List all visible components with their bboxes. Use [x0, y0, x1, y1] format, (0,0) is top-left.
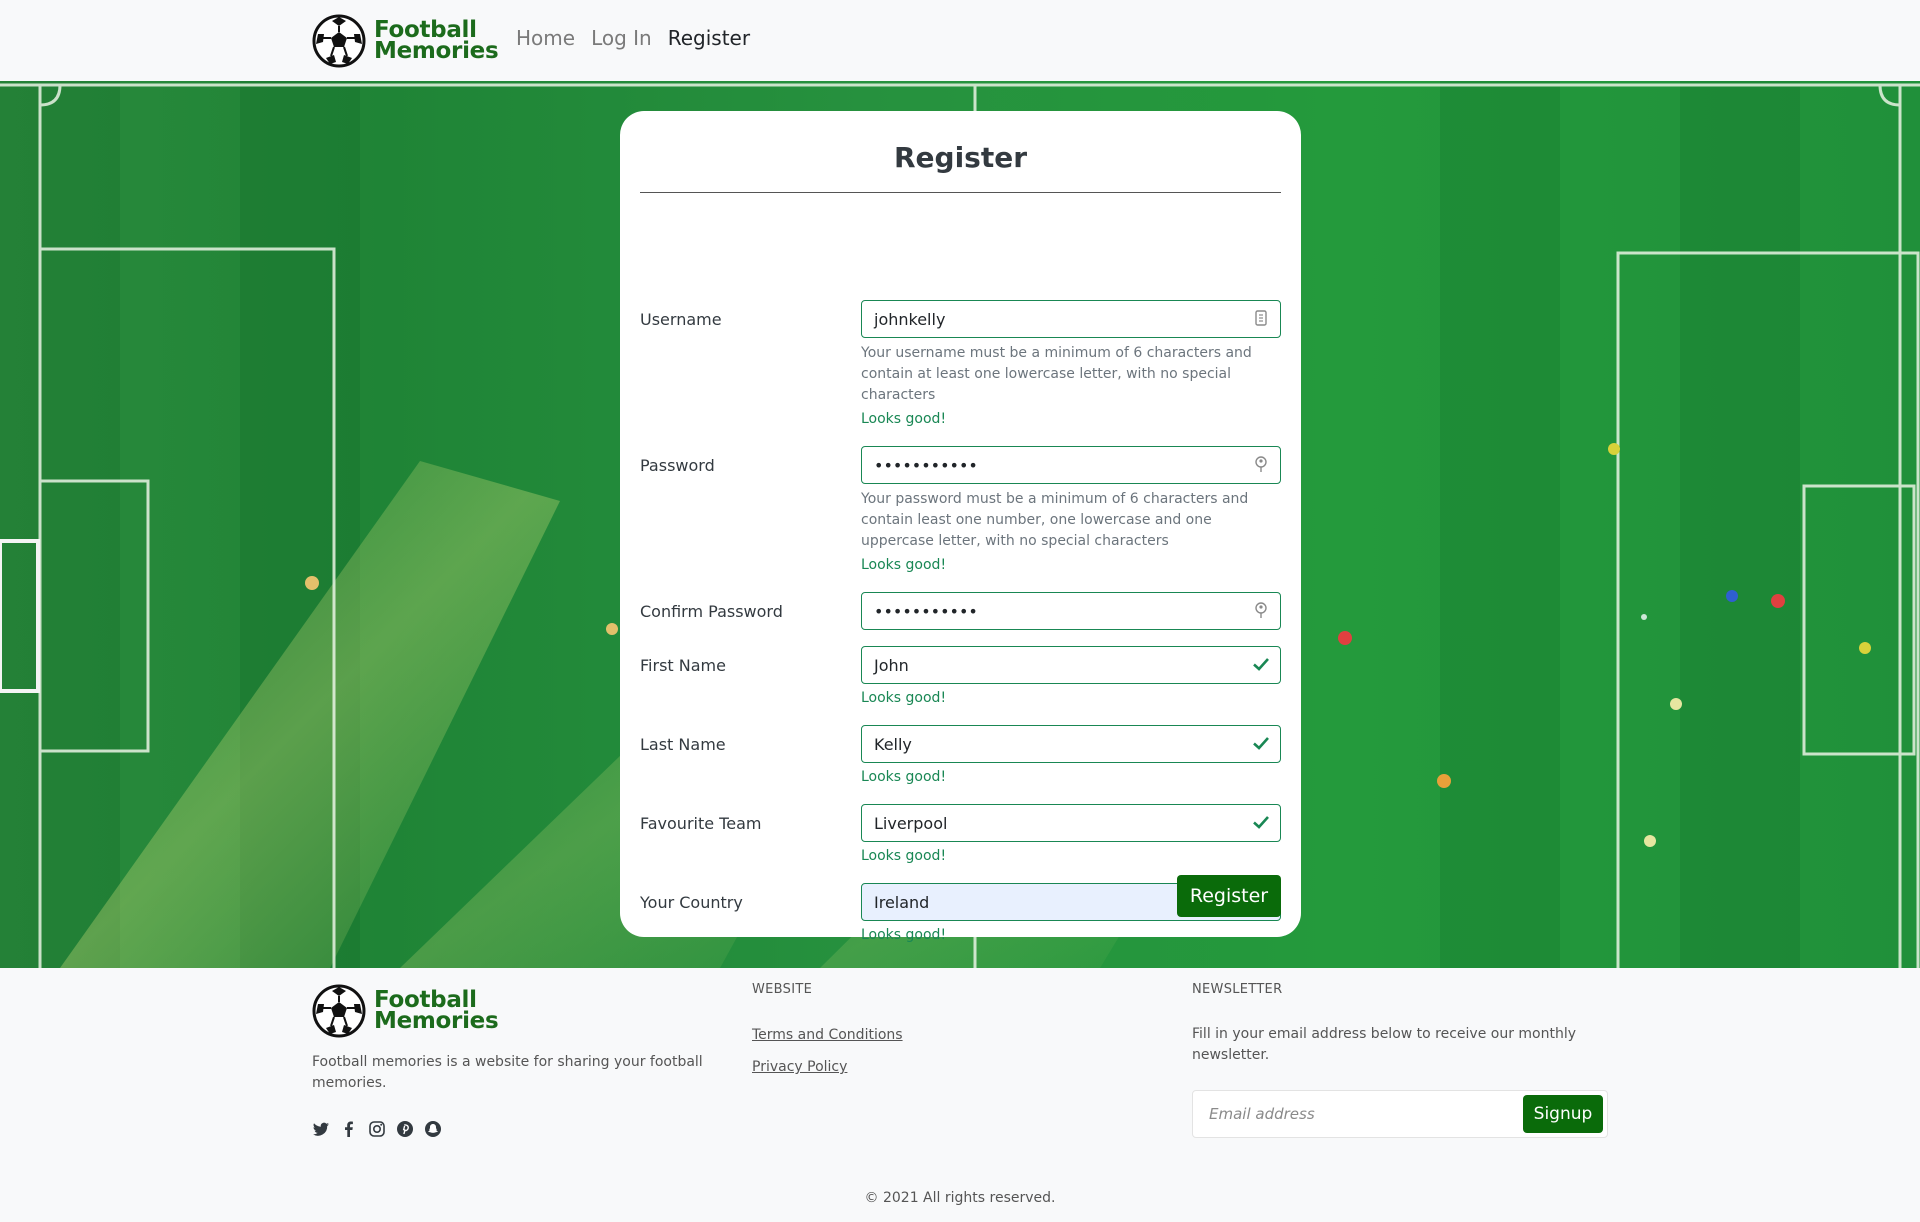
- newsletter-text: Fill in your email address below to rece…: [1192, 1026, 1577, 1063]
- football-icon: [312, 14, 366, 68]
- nav-home-link[interactable]: Home: [516, 26, 575, 50]
- password-manager-icon[interactable]: [1252, 309, 1270, 327]
- first-name-value: John: [874, 656, 909, 675]
- email-input[interactable]: Email address: [1209, 1105, 1315, 1123]
- confirm-password-label: Confirm Password: [640, 602, 783, 621]
- signup-button[interactable]: Signup: [1523, 1095, 1603, 1133]
- username-value: johnkelly: [874, 310, 946, 329]
- favourite-team-value: Liverpool: [874, 814, 948, 833]
- footer-brand-name: Football Memories: [374, 989, 499, 1034]
- password-value: •••••••••••: [874, 456, 978, 475]
- brand-line-2: Memories: [374, 38, 499, 64]
- social-links: [312, 1120, 442, 1138]
- username-help-text: Your username must be a minimum of 6 cha…: [861, 345, 1252, 403]
- last-name-label: Last Name: [640, 735, 726, 754]
- pinterest-icon[interactable]: [396, 1120, 414, 1138]
- checkmark-icon: [1253, 658, 1269, 671]
- brand-logo-link[interactable]: Football Memories: [312, 14, 499, 68]
- key-icon[interactable]: [1252, 455, 1270, 473]
- footer: Football Memories Football memories is a…: [0, 968, 1920, 1222]
- privacy-link[interactable]: Privacy Policy: [752, 1059, 847, 1075]
- password-valid-feedback: Looks good!: [861, 557, 947, 573]
- website-heading: WEBSITE: [752, 982, 813, 997]
- main-nav: Home Log In Register: [516, 26, 750, 50]
- twitter-icon[interactable]: [312, 1120, 330, 1138]
- nav-register-link[interactable]: Register: [668, 26, 750, 50]
- checkmark-icon: [1253, 737, 1269, 750]
- register-title: Register: [640, 127, 1281, 193]
- footer-brand-line-2: Memories: [374, 1008, 499, 1034]
- nav-login-link[interactable]: Log In: [591, 26, 652, 50]
- key-icon[interactable]: [1252, 601, 1270, 619]
- instagram-icon[interactable]: [368, 1120, 386, 1138]
- navbar: Football Memories Home Log In Register: [0, 0, 1920, 81]
- checkmark-icon: [1253, 816, 1269, 829]
- username-valid-feedback: Looks good!: [861, 411, 947, 427]
- footer-brand[interactable]: Football Memories: [312, 984, 499, 1038]
- password-input[interactable]: •••••••••••: [861, 446, 1281, 484]
- country-valid-feedback: Looks good!: [861, 927, 947, 943]
- last-name-value: Kelly: [874, 735, 912, 754]
- favourite-team-label: Favourite Team: [640, 814, 762, 833]
- last-name-input[interactable]: Kelly: [861, 725, 1281, 763]
- password-label: Password: [640, 456, 715, 475]
- snapchat-icon[interactable]: [424, 1120, 442, 1138]
- confirm-password-input[interactable]: •••••••••••: [861, 592, 1281, 630]
- country-value: Ireland: [874, 893, 930, 912]
- brand-name: Football Memories: [374, 19, 499, 64]
- terms-link[interactable]: Terms and Conditions: [752, 1027, 903, 1043]
- confirm-password-value: •••••••••••: [874, 602, 978, 621]
- last-name-valid-feedback: Looks good!: [861, 769, 947, 785]
- country-label: Your Country: [640, 893, 743, 912]
- newsletter-heading: NEWSLETTER: [1192, 982, 1283, 997]
- favourite-team-valid-feedback: Looks good!: [861, 848, 947, 864]
- facebook-icon[interactable]: [340, 1120, 358, 1138]
- football-icon: [312, 984, 366, 1038]
- first-name-label: First Name: [640, 656, 726, 675]
- copyright-text: © 2021 All rights reserved.: [864, 1190, 1056, 1206]
- register-card: Register Username johnkelly Your usernam…: [620, 111, 1301, 943]
- first-name-valid-feedback: Looks good!: [861, 690, 947, 706]
- password-help-text: Your password must be a minimum of 6 cha…: [861, 491, 1249, 549]
- footer-description: Football memories is a website for shari…: [312, 1054, 703, 1091]
- newsletter-form: Email address Signup: [1192, 1090, 1608, 1138]
- username-input[interactable]: johnkelly: [861, 300, 1281, 338]
- favourite-team-input[interactable]: Liverpool: [861, 804, 1281, 842]
- first-name-input[interactable]: John: [861, 646, 1281, 684]
- register-submit-button[interactable]: Register: [1177, 875, 1281, 917]
- username-label: Username: [640, 310, 722, 329]
